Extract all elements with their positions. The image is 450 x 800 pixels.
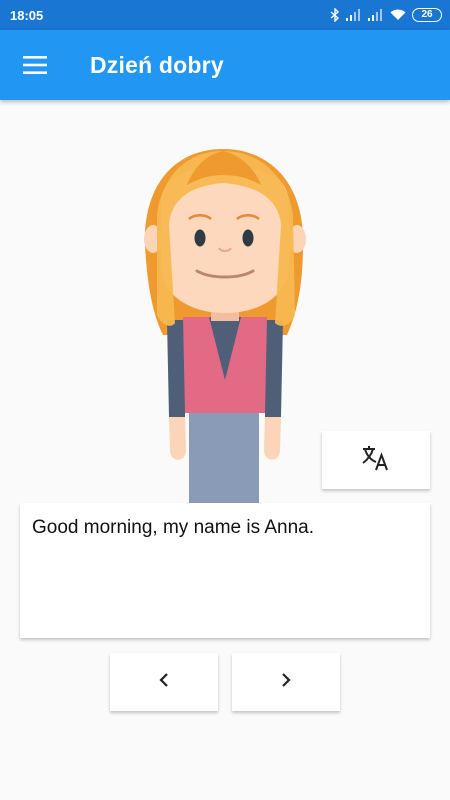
previous-button[interactable]	[110, 653, 218, 711]
girl-avatar	[135, 145, 315, 505]
next-button[interactable]	[232, 653, 340, 711]
signal-icon	[368, 9, 384, 21]
app-bar: Dzień dobry	[0, 30, 450, 100]
chevron-right-icon	[280, 672, 292, 693]
status-bar: 18:05 26	[0, 0, 450, 30]
page-title: Dzień dobry	[90, 51, 224, 78]
sentence-card: Good morning, my name is Anna.	[20, 503, 430, 638]
battery-icon: 26	[412, 8, 442, 22]
translate-button[interactable]	[322, 431, 430, 489]
wifi-icon	[390, 9, 406, 21]
bluetooth-icon	[330, 8, 340, 22]
chevron-left-icon	[158, 672, 170, 693]
hamburger-menu-icon[interactable]	[0, 30, 70, 100]
translate-icon	[361, 444, 391, 477]
status-icons: 26	[330, 8, 442, 22]
signal-icon	[346, 9, 362, 21]
status-time: 18:05	[10, 7, 44, 23]
sentence-text: Good morning, my name is Anna.	[32, 517, 314, 538]
